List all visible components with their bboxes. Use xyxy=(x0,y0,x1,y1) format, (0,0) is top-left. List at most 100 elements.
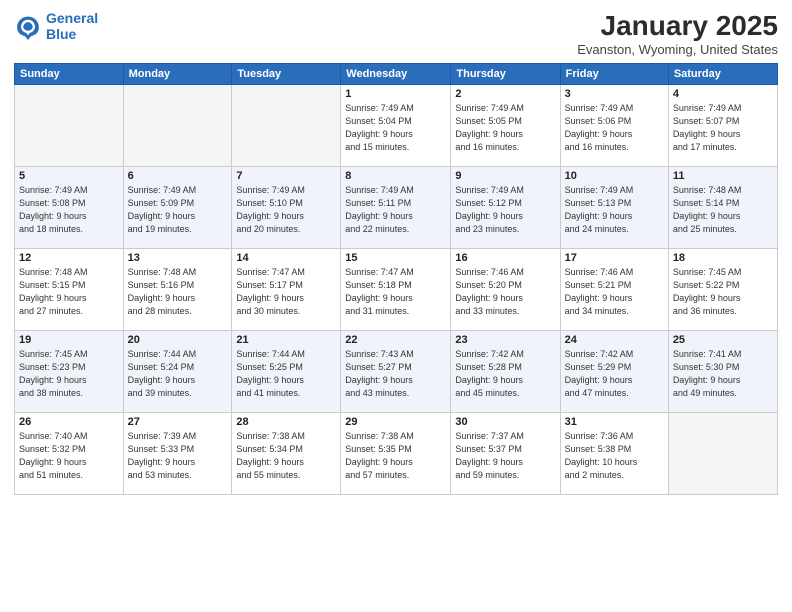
day-info: Sunrise: 7:49 AM Sunset: 5:11 PM Dayligh… xyxy=(345,184,446,236)
day-info: Sunrise: 7:47 AM Sunset: 5:17 PM Dayligh… xyxy=(236,266,336,318)
day-number: 12 xyxy=(19,252,119,264)
day-number: 28 xyxy=(236,416,336,428)
calendar-week-row-2: 12 Sunrise: 7:48 AM Sunset: 5:15 PM Dayli… xyxy=(15,249,778,331)
day-number: 30 xyxy=(455,416,555,428)
header: General Blue January 2025 Evanston, Wyom… xyxy=(14,10,778,57)
day-info: Sunrise: 7:49 AM Sunset: 5:05 PM Dayligh… xyxy=(455,102,555,154)
day-info: Sunrise: 7:38 AM Sunset: 5:34 PM Dayligh… xyxy=(236,430,336,482)
day-info: Sunrise: 7:42 AM Sunset: 5:28 PM Dayligh… xyxy=(455,348,555,400)
day-number: 7 xyxy=(236,170,336,182)
calendar-week-row-3: 19Sunrise: 7:45 AM Sunset: 5:23 PM Dayli… xyxy=(15,331,778,413)
calendar-cell-4-5: 31Sunrise: 7:36 AM Sunset: 5:38 PM Dayli… xyxy=(560,413,668,495)
header-wednesday: Wednesday xyxy=(341,64,451,85)
calendar-cell-0-1 xyxy=(123,85,232,167)
calendar-cell-1-0: 5 Sunrise: 7:49 AM Sunset: 5:08 PM Daylig… xyxy=(15,167,124,249)
day-number: 3 xyxy=(565,88,664,100)
calendar-cell-3-5: 24Sunrise: 7:42 AM Sunset: 5:29 PM Dayli… xyxy=(560,331,668,413)
calendar-cell-4-1: 27 Sunrise: 7:39 AM Sunset: 5:33 PM Dayli… xyxy=(123,413,232,495)
calendar-cell-3-0: 19Sunrise: 7:45 AM Sunset: 5:23 PM Dayli… xyxy=(15,331,124,413)
calendar-cell-3-1: 20 Sunrise: 7:44 AM Sunset: 5:24 PM Dayli… xyxy=(123,331,232,413)
calendar-cell-2-0: 12 Sunrise: 7:48 AM Sunset: 5:15 PM Dayli… xyxy=(15,249,124,331)
calendar-cell-2-1: 13 Sunrise: 7:48 AM Sunset: 5:16 PM Dayli… xyxy=(123,249,232,331)
day-number: 10 xyxy=(565,170,664,182)
calendar-cell-3-3: 22 Sunrise: 7:43 AM Sunset: 5:27 PM Dayli… xyxy=(341,331,451,413)
day-info: Sunrise: 7:48 AM Sunset: 5:16 PM Dayligh… xyxy=(128,266,228,318)
day-info: Sunrise: 7:38 AM Sunset: 5:35 PM Dayligh… xyxy=(345,430,446,482)
day-number: 22 xyxy=(345,334,446,346)
calendar-cell-0-3: 1Sunrise: 7:49 AM Sunset: 5:04 PM Daylig… xyxy=(341,85,451,167)
calendar-week-row-1: 5 Sunrise: 7:49 AM Sunset: 5:08 PM Daylig… xyxy=(15,167,778,249)
day-info: Sunrise: 7:44 AM Sunset: 5:25 PM Dayligh… xyxy=(236,348,336,400)
day-number: 27 xyxy=(128,416,228,428)
day-number: 11 xyxy=(673,170,773,182)
calendar-cell-1-4: 9 Sunrise: 7:49 AM Sunset: 5:12 PM Daylig… xyxy=(451,167,560,249)
calendar-cell-2-6: 18Sunrise: 7:45 AM Sunset: 5:22 PM Dayli… xyxy=(668,249,777,331)
day-number: 26 xyxy=(19,416,119,428)
day-info: Sunrise: 7:49 AM Sunset: 5:12 PM Dayligh… xyxy=(455,184,555,236)
day-number: 9 xyxy=(455,170,555,182)
logo-icon xyxy=(14,12,42,40)
day-info: Sunrise: 7:37 AM Sunset: 5:37 PM Dayligh… xyxy=(455,430,555,482)
day-info: Sunrise: 7:41 AM Sunset: 5:30 PM Dayligh… xyxy=(673,348,773,400)
day-info: Sunrise: 7:49 AM Sunset: 5:09 PM Dayligh… xyxy=(128,184,228,236)
calendar-cell-0-6: 4 Sunrise: 7:49 AM Sunset: 5:07 PM Daylig… xyxy=(668,85,777,167)
day-info: Sunrise: 7:39 AM Sunset: 5:33 PM Dayligh… xyxy=(128,430,228,482)
calendar-week-row-0: 1Sunrise: 7:49 AM Sunset: 5:04 PM Daylig… xyxy=(15,85,778,167)
day-number: 25 xyxy=(673,334,773,346)
calendar-cell-2-2: 14 Sunrise: 7:47 AM Sunset: 5:17 PM Dayli… xyxy=(232,249,341,331)
calendar-cell-0-2 xyxy=(232,85,341,167)
day-info: Sunrise: 7:48 AM Sunset: 5:15 PM Dayligh… xyxy=(19,266,119,318)
calendar-cell-1-6: 11Sunrise: 7:48 AM Sunset: 5:14 PM Dayli… xyxy=(668,167,777,249)
day-number: 17 xyxy=(565,252,664,264)
calendar-cell-0-5: 3Sunrise: 7:49 AM Sunset: 5:06 PM Daylig… xyxy=(560,85,668,167)
calendar-week-row-4: 26 Sunrise: 7:40 AM Sunset: 5:32 PM Dayli… xyxy=(15,413,778,495)
calendar-cell-2-3: 15 Sunrise: 7:47 AM Sunset: 5:18 PM Dayli… xyxy=(341,249,451,331)
day-info: Sunrise: 7:47 AM Sunset: 5:18 PM Dayligh… xyxy=(345,266,446,318)
title-area: January 2025 Evanston, Wyoming, United S… xyxy=(577,10,778,57)
calendar-cell-0-4: 2 Sunrise: 7:49 AM Sunset: 5:05 PM Daylig… xyxy=(451,85,560,167)
day-number: 8 xyxy=(345,170,446,182)
day-number: 18 xyxy=(673,252,773,264)
day-number: 2 xyxy=(455,88,555,100)
day-info: Sunrise: 7:49 AM Sunset: 5:10 PM Dayligh… xyxy=(236,184,336,236)
day-number: 14 xyxy=(236,252,336,264)
day-number: 4 xyxy=(673,88,773,100)
month-title: January 2025 xyxy=(577,10,778,42)
calendar-cell-0-0 xyxy=(15,85,124,167)
day-number: 23 xyxy=(455,334,555,346)
calendar-cell-1-1: 6 Sunrise: 7:49 AM Sunset: 5:09 PM Daylig… xyxy=(123,167,232,249)
logo-text: General Blue xyxy=(46,10,98,42)
day-number: 24 xyxy=(565,334,664,346)
calendar-cell-4-6 xyxy=(668,413,777,495)
page: General Blue January 2025 Evanston, Wyom… xyxy=(0,0,792,612)
day-info: Sunrise: 7:43 AM Sunset: 5:27 PM Dayligh… xyxy=(345,348,446,400)
day-number: 13 xyxy=(128,252,228,264)
day-number: 19 xyxy=(19,334,119,346)
header-saturday: Saturday xyxy=(668,64,777,85)
day-number: 15 xyxy=(345,252,446,264)
calendar-cell-2-5: 17Sunrise: 7:46 AM Sunset: 5:21 PM Dayli… xyxy=(560,249,668,331)
calendar: Sunday Monday Tuesday Wednesday Thursday… xyxy=(14,63,778,495)
calendar-cell-4-4: 30 Sunrise: 7:37 AM Sunset: 5:37 PM Dayli… xyxy=(451,413,560,495)
day-info: Sunrise: 7:49 AM Sunset: 5:07 PM Dayligh… xyxy=(673,102,773,154)
day-number: 29 xyxy=(345,416,446,428)
calendar-header-row: Sunday Monday Tuesday Wednesday Thursday… xyxy=(15,64,778,85)
header-monday: Monday xyxy=(123,64,232,85)
header-friday: Friday xyxy=(560,64,668,85)
calendar-cell-1-5: 10 Sunrise: 7:49 AM Sunset: 5:13 PM Dayli… xyxy=(560,167,668,249)
calendar-cell-3-4: 23 Sunrise: 7:42 AM Sunset: 5:28 PM Dayli… xyxy=(451,331,560,413)
calendar-cell-4-3: 29 Sunrise: 7:38 AM Sunset: 5:35 PM Dayli… xyxy=(341,413,451,495)
day-number: 6 xyxy=(128,170,228,182)
day-number: 5 xyxy=(19,170,119,182)
header-sunday: Sunday xyxy=(15,64,124,85)
day-info: Sunrise: 7:36 AM Sunset: 5:38 PM Dayligh… xyxy=(565,430,664,482)
day-info: Sunrise: 7:44 AM Sunset: 5:24 PM Dayligh… xyxy=(128,348,228,400)
day-number: 16 xyxy=(455,252,555,264)
day-number: 20 xyxy=(128,334,228,346)
day-info: Sunrise: 7:40 AM Sunset: 5:32 PM Dayligh… xyxy=(19,430,119,482)
location: Evanston, Wyoming, United States xyxy=(577,42,778,57)
day-info: Sunrise: 7:49 AM Sunset: 5:13 PM Dayligh… xyxy=(565,184,664,236)
day-info: Sunrise: 7:49 AM Sunset: 5:08 PM Dayligh… xyxy=(19,184,119,236)
calendar-cell-3-6: 25 Sunrise: 7:41 AM Sunset: 5:30 PM Dayli… xyxy=(668,331,777,413)
calendar-body: 1Sunrise: 7:49 AM Sunset: 5:04 PM Daylig… xyxy=(15,85,778,495)
